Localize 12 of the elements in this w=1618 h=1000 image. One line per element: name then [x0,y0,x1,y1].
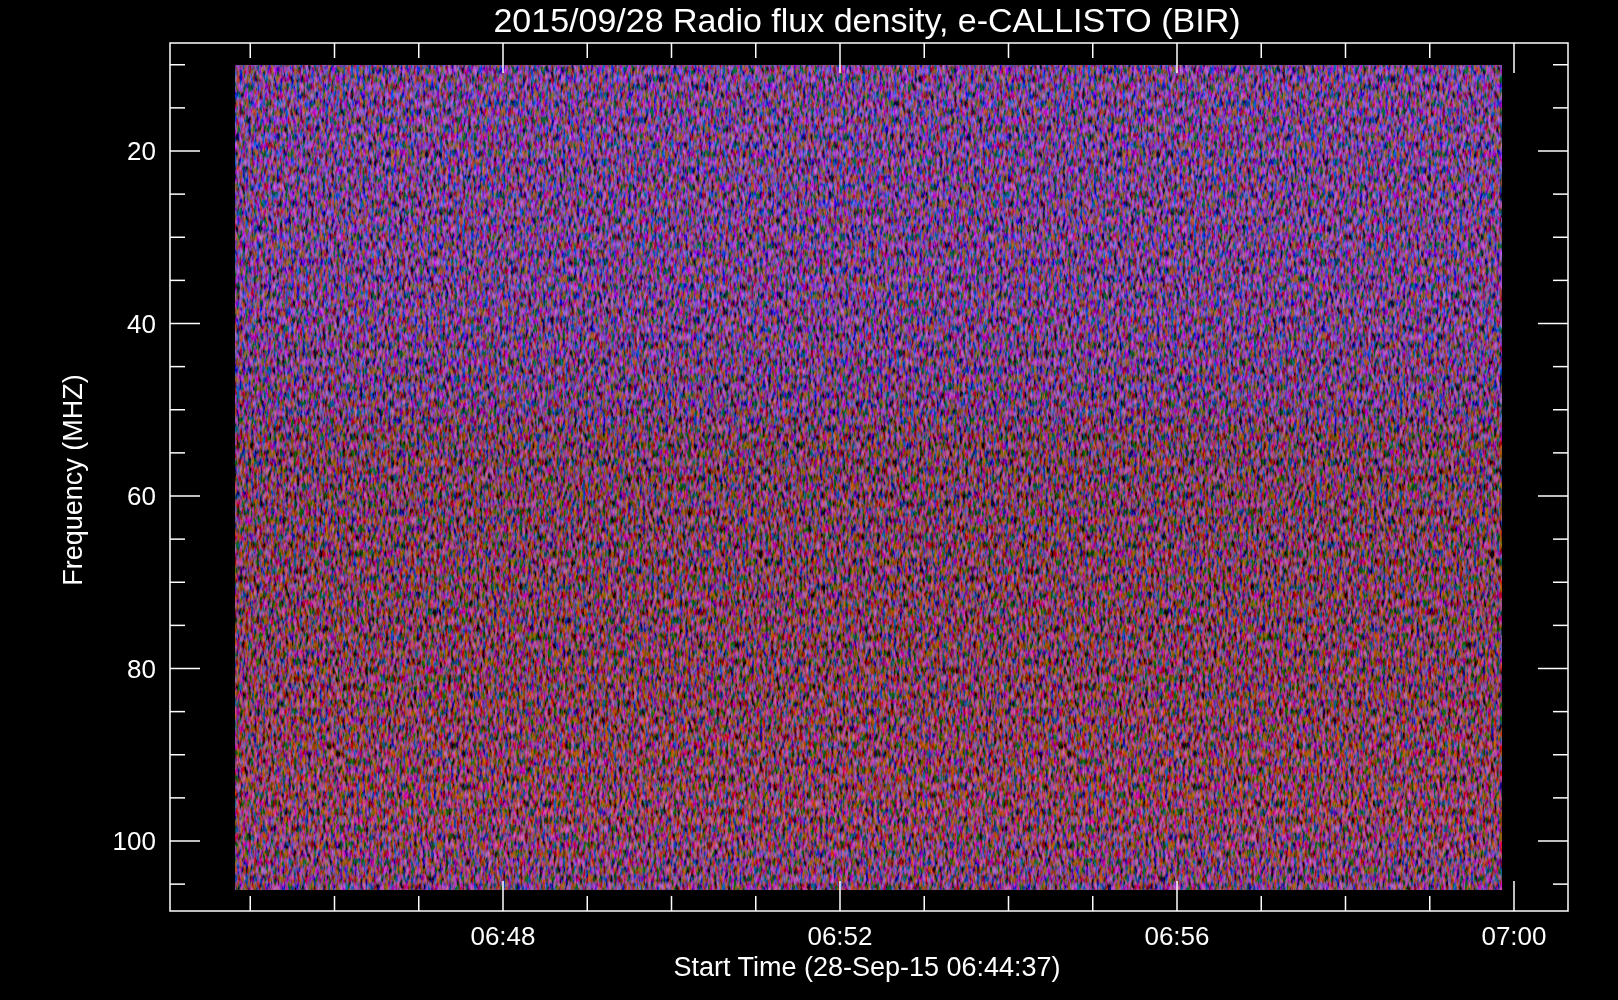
y-tick-label: 20 [127,136,156,166]
x-axis-label: Start Time (28-Sep-15 06:44:37) [673,952,1061,982]
x-tick-label: 06:48 [470,921,536,951]
y-axis-label: Frequency (MHZ) [58,374,88,586]
chart-title: 2015/09/28 Radio flux density, e-CALLISTO (BIR) [493,1,1241,39]
x-tick-label: 06:56 [1144,921,1210,951]
y-tick-label: 40 [127,308,156,339]
y-tick-label: 100 [112,826,156,856]
y-tick-label: 60 [127,481,156,511]
y-tick-label: 80 [127,653,156,684]
x-tick-label: 07:00 [1481,921,1547,951]
x-tick-label: 06:52 [807,921,873,951]
